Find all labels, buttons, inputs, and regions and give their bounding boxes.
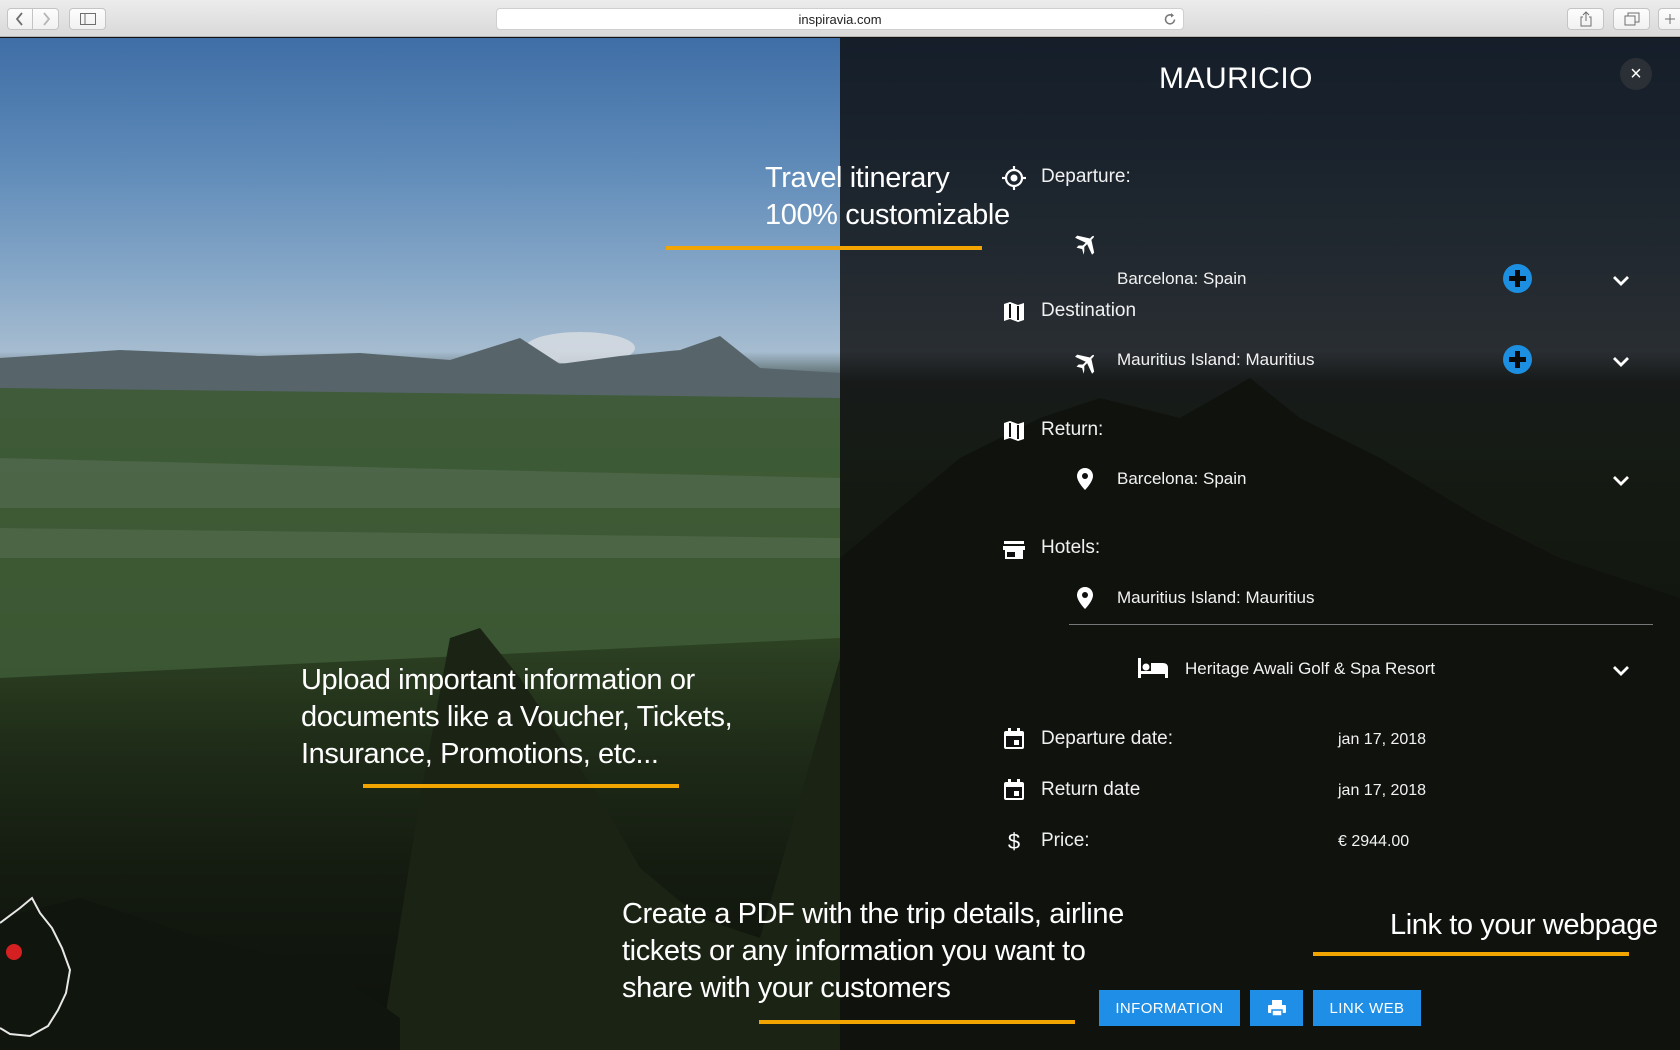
price-label: Price:	[1041, 830, 1090, 851]
dollar-icon: $	[1008, 829, 1020, 854]
departure-place[interactable]: Barcelona: Spain	[1117, 269, 1246, 289]
chevron-down-icon[interactable]	[1612, 275, 1630, 287]
departure-date-value[interactable]: jan 17, 2018	[1338, 731, 1426, 749]
information-button[interactable]: INFORMATION	[1099, 990, 1240, 1026]
link-web-button[interactable]: LINK WEB	[1313, 990, 1421, 1026]
nav-buttons	[7, 8, 60, 30]
forward-button[interactable]	[33, 8, 59, 30]
pdf-callout-underline	[759, 1020, 1075, 1024]
return-label: Return:	[1041, 419, 1104, 440]
chevron-down-icon[interactable]	[1612, 475, 1630, 487]
printer-icon	[1267, 1000, 1286, 1017]
destination-place[interactable]: Mauritius Island: Mauritius	[1117, 350, 1314, 370]
back-button[interactable]	[7, 8, 33, 30]
show-tabs-button[interactable]	[1613, 8, 1650, 30]
reload-icon[interactable]	[1163, 11, 1177, 27]
url-text: inspiravia.com	[798, 11, 882, 27]
airplane-icon	[1075, 354, 1095, 374]
hotel-name[interactable]: Heritage Awali Golf & Spa Resort	[1185, 659, 1435, 679]
bed-icon	[1138, 658, 1168, 678]
hotels-label: Hotels:	[1041, 537, 1101, 558]
return-place[interactable]: Barcelona: Spain	[1117, 469, 1246, 489]
close-button[interactable]: ×	[1620, 58, 1652, 90]
upload-callout-line1: Upload important information or	[301, 664, 695, 696]
plus-icon	[1664, 14, 1675, 24]
map-icon	[1004, 421, 1024, 441]
itinerary-callout: Travel itinerary 100% customizable	[765, 160, 1010, 234]
map-pin-icon	[1077, 468, 1093, 490]
sidebar-icon	[79, 13, 96, 25]
browser-toolbar: inspiravia.com	[0, 0, 1680, 37]
address-bar[interactable]: inspiravia.com	[496, 8, 1184, 30]
new-tab-button[interactable]	[1658, 8, 1680, 30]
print-button[interactable]	[1250, 990, 1303, 1026]
upload-callout-underline	[363, 784, 679, 788]
close-icon: ×	[1630, 62, 1642, 85]
add-destination-button[interactable]	[1503, 345, 1532, 374]
link-web-callout: Link to your webpage	[1390, 909, 1658, 941]
airplane-icon	[1075, 235, 1095, 255]
calendar-icon	[1004, 779, 1024, 800]
share-icon	[1580, 11, 1591, 27]
chevron-down-icon[interactable]	[1612, 665, 1630, 677]
svg-text:$: $	[1008, 829, 1020, 854]
price-value: € 2944.00	[1338, 833, 1410, 850]
share-button[interactable]	[1567, 8, 1604, 30]
itinerary-callout-underline	[666, 246, 982, 250]
chevron-down-icon[interactable]	[1612, 356, 1630, 368]
plus-circle-icon	[1509, 351, 1526, 368]
map-icon	[1004, 302, 1024, 322]
itinerary-callout-line2: 100% customizable	[765, 199, 1010, 231]
upload-callout-line3: Insurance, Promotions, etc...	[301, 738, 659, 770]
calendar-icon	[1004, 728, 1024, 749]
chevron-left-icon	[15, 12, 23, 26]
upload-callout-line2: documents like a Voucher, Tickets,	[301, 701, 733, 733]
destination-label: Destination	[1041, 300, 1137, 321]
return-date-label: Return date	[1041, 779, 1141, 800]
sidebar-toggle-button[interactable]	[69, 8, 106, 30]
departure-date-label: Departure date:	[1041, 728, 1174, 749]
island-map-icon	[0, 896, 72, 1038]
map-pin-icon	[1077, 587, 1093, 609]
tabs-icon	[1624, 12, 1639, 26]
pdf-callout-line2: tickets or any information you want to	[622, 935, 1086, 967]
link-web-callout-underline	[1313, 952, 1629, 956]
itinerary-callout-line1: Travel itinerary	[765, 162, 950, 194]
add-departure-button[interactable]	[1503, 264, 1532, 293]
plus-circle-icon	[1509, 270, 1526, 287]
chevron-right-icon	[42, 12, 50, 26]
divider	[1069, 624, 1653, 625]
pdf-callout-line1: Create a PDF with the trip details, airl…	[622, 898, 1124, 930]
upload-callout: Upload important information or document…	[301, 662, 733, 773]
page-title: MAURICIO	[1159, 62, 1313, 95]
pdf-callout: Create a PDF with the trip details, airl…	[622, 896, 1124, 1007]
store-icon	[1003, 541, 1025, 559]
hotels-place[interactable]: Mauritius Island: Mauritius	[1117, 588, 1314, 608]
departure-label: Departure:	[1041, 166, 1131, 187]
pdf-callout-line3: share with your customers	[622, 972, 951, 1004]
page-background: MAURICIO × Departure: Barcelona: Spain D…	[0, 38, 1680, 1050]
return-date-value[interactable]: jan 17, 2018	[1338, 782, 1426, 800]
